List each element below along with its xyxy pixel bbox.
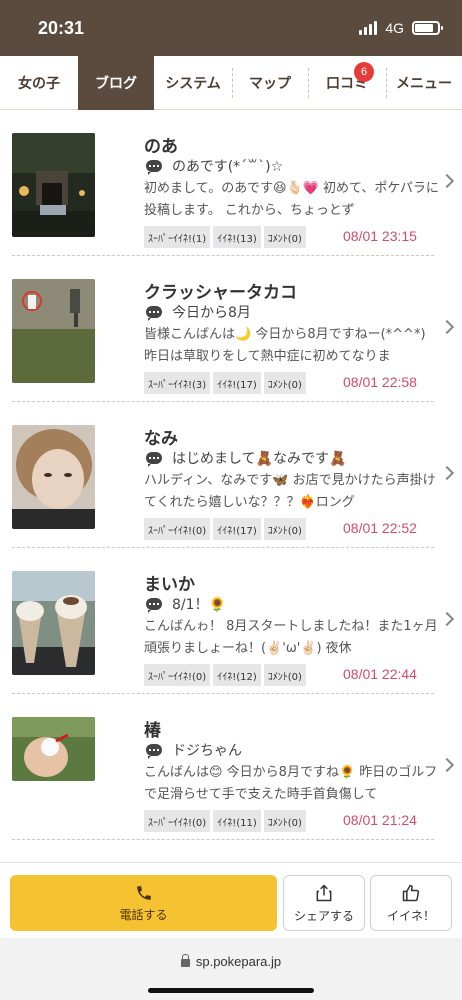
- share-button-label: シェアする: [293, 908, 354, 923]
- post-date: 08/01 22:58: [343, 374, 417, 390]
- chevron-right-icon: [439, 173, 455, 189]
- post-stats: ｽｰﾊﾟｰｲｲﾈ!(1) ｲｲﾈ!(13) ｺﾒﾝﾄ(0): [144, 226, 306, 248]
- author-name: まいか: [144, 575, 195, 594]
- post-date: 08/01 22:52: [343, 520, 417, 536]
- post-title-row: はじめまして🧸なみです🧸: [146, 448, 346, 468]
- blog-post[interactable]: 椿 ドジちゃん こんばんは😊 今日から8月ですね🌻 昨日のゴルフで足滑らせて手で…: [0, 694, 462, 840]
- speech-bubble-icon: [146, 306, 162, 321]
- comment-count: ｺﾒﾝﾄ(0): [263, 372, 306, 394]
- post-title: はじめまして🧸なみです🧸: [172, 451, 347, 467]
- chevron-right-icon: [439, 319, 455, 335]
- author-name: 椿: [144, 721, 161, 740]
- tab-label: ブログ: [95, 75, 137, 91]
- blog-post[interactable]: クラッシャータカコ 今日から8月 皆様こんばんは🌙 今日から8月ですねー(*^^…: [0, 256, 462, 402]
- post-title-row: ドジちゃん: [146, 740, 242, 760]
- post-stats: ｽｰﾊﾟｰｲｲﾈ!(3) ｲｲﾈ!(17) ｺﾒﾝﾄ(0): [144, 372, 306, 394]
- post-date: 08/01 22:44: [343, 666, 417, 682]
- comment-count: ｺﾒﾝﾄ(0): [263, 226, 306, 248]
- tab-reviews[interactable]: 口コミ 6: [308, 56, 386, 110]
- speech-bubble-icon: [146, 598, 162, 613]
- post-title: 今日から8月: [172, 305, 251, 321]
- comment-count: ｺﾒﾝﾄ(0): [263, 664, 306, 686]
- chevron-right-icon: [439, 611, 455, 627]
- reviews-count-badge: 6: [354, 62, 374, 82]
- main-tabs: 女の子 ブログ システム マップ 口コミ 6 メニュー: [0, 56, 462, 110]
- post-stats: ｽｰﾊﾟｰｲｲﾈ!(0) ｲｲﾈ!(11) ｺﾒﾝﾄ(0): [144, 810, 306, 832]
- signal-icon: [359, 21, 378, 35]
- post-date: 08/01 23:15: [343, 228, 417, 244]
- post-title-row: 今日から8月: [146, 302, 251, 322]
- blog-list: のあ のあです(*´꒳`)☆ 初めまして。のあです😆🫰🏻💗 初めて、ポケパラに投…: [0, 110, 462, 840]
- tab-blog[interactable]: ブログ: [78, 56, 154, 110]
- network-type: 4G: [385, 20, 404, 36]
- post-title-row: 8/1！🌻: [146, 594, 226, 614]
- author-name: なみ: [144, 429, 178, 448]
- blog-post[interactable]: なみ はじめまして🧸なみです🧸 ハルディン、なみです🦋 お店で見かけたら声掛けて…: [0, 402, 462, 548]
- post-thumbnail: [12, 133, 95, 237]
- like-button[interactable]: イイネ！: [370, 875, 452, 931]
- tab-menu[interactable]: メニュー: [386, 56, 462, 110]
- status-indicators: 4G: [359, 20, 443, 36]
- tab-system[interactable]: システム: [154, 56, 232, 110]
- super-like-count: ｽｰﾊﾟｰｲｲﾈ!(0): [144, 664, 211, 686]
- post-title: のあです(*´꒳`)☆: [172, 159, 284, 175]
- super-like-count: ｽｰﾊﾟｰｲｲﾈ!(0): [144, 810, 211, 832]
- blog-post[interactable]: まいか 8/1！🌻 こんばんゎ！ 8月スタートしましたね！また1ヶ月頑張りましょ…: [0, 548, 462, 694]
- like-count: ｲｲﾈ!(11): [213, 810, 261, 832]
- chevron-right-icon: [439, 757, 455, 773]
- post-thumbnail: [12, 571, 95, 675]
- post-stats: ｽｰﾊﾟｰｲｲﾈ!(0) ｲｲﾈ!(12) ｺﾒﾝﾄ(0): [144, 664, 306, 686]
- url-text: sp.pokepara.jp: [195, 954, 282, 969]
- chevron-right-icon: [439, 465, 455, 481]
- speech-bubble-icon: [146, 744, 162, 759]
- post-excerpt: 初めまして。のあです😆🫰🏻💗 初めて、ポケパラに投稿します。 これから、ちょっと…: [144, 181, 439, 218]
- tab-label: システム: [165, 75, 221, 91]
- super-like-count: ｽｰﾊﾟｰｲｲﾈ!(1): [144, 226, 211, 248]
- like-count: ｲｲﾈ!(17): [213, 518, 261, 540]
- battery-icon: [412, 21, 443, 35]
- speech-bubble-icon: [146, 452, 162, 467]
- like-button-label: イイネ！: [386, 908, 435, 923]
- call-button[interactable]: 電話する: [10, 875, 277, 931]
- tab-label: 女の子: [18, 75, 60, 91]
- post-thumbnail: [12, 717, 95, 781]
- like-count: ｲｲﾈ!(17): [213, 372, 261, 394]
- post-title-row: のあです(*´꒳`)☆: [146, 156, 283, 176]
- blog-post[interactable]: のあ のあです(*´꒳`)☆ 初めまして。のあです😆🫰🏻💗 初めて、ポケパラに投…: [0, 110, 462, 256]
- home-indicator[interactable]: [148, 988, 314, 993]
- url-display: sp.pokepara.jp: [0, 954, 462, 969]
- post-excerpt: ハルディン、なみです🦋 お店で見かけたら声掛けてくれたら嬉しいな？？？❤️‍🔥ロ…: [144, 473, 436, 510]
- tab-map[interactable]: マップ: [232, 56, 308, 110]
- share-icon: [316, 883, 332, 901]
- post-date: 08/01 21:24: [343, 812, 417, 828]
- tab-label: マップ: [249, 75, 291, 91]
- lock-icon: [180, 954, 190, 967]
- post-excerpt: こんばんゎ！ 8月スタートしましたね！また1ヶ月頑張りましょーね！(✌🏻'ω'✌…: [144, 619, 438, 656]
- post-excerpt: こんばんは😊 今日から8月ですね🌻 昨日のゴルフで足滑らせて手で支えた時手首負傷…: [144, 765, 438, 802]
- thumbs-up-icon: [402, 884, 420, 901]
- post-excerpt: 皆様こんばんは🌙 今日から8月ですねー(*^^*) 昨日は草取りをして熱中症に初…: [144, 327, 426, 364]
- share-button[interactable]: シェアする: [283, 875, 365, 931]
- like-count: ｲｲﾈ!(12): [213, 664, 261, 686]
- comment-count: ｺﾒﾝﾄ(0): [263, 810, 306, 832]
- post-title: 8/1！🌻: [172, 597, 226, 613]
- call-button-label: 電話する: [119, 907, 168, 922]
- status-time: 20:31: [38, 18, 85, 38]
- post-thumbnail: [12, 279, 95, 383]
- speech-bubble-icon: [146, 160, 162, 175]
- author-name: クラッシャータカコ: [144, 283, 297, 302]
- status-bar: 20:31 4G: [0, 0, 462, 56]
- super-like-count: ｽｰﾊﾟｰｲｲﾈ!(3): [144, 372, 211, 394]
- comment-count: ｺﾒﾝﾄ(0): [263, 518, 306, 540]
- post-thumbnail: [12, 425, 95, 529]
- action-bar: 電話する シェアする イイネ！: [0, 862, 462, 938]
- super-like-count: ｽｰﾊﾟｰｲｲﾈ!(0): [144, 518, 211, 540]
- author-name: のあ: [144, 137, 178, 156]
- tab-label: メニュー: [396, 75, 452, 91]
- post-title: ドジちゃん: [172, 743, 242, 759]
- post-stats: ｽｰﾊﾟｰｲｲﾈ!(0) ｲｲﾈ!(17) ｺﾒﾝﾄ(0): [144, 518, 306, 540]
- tab-girls[interactable]: 女の子: [0, 56, 78, 110]
- like-count: ｲｲﾈ!(13): [213, 226, 261, 248]
- phone-icon: [136, 885, 151, 900]
